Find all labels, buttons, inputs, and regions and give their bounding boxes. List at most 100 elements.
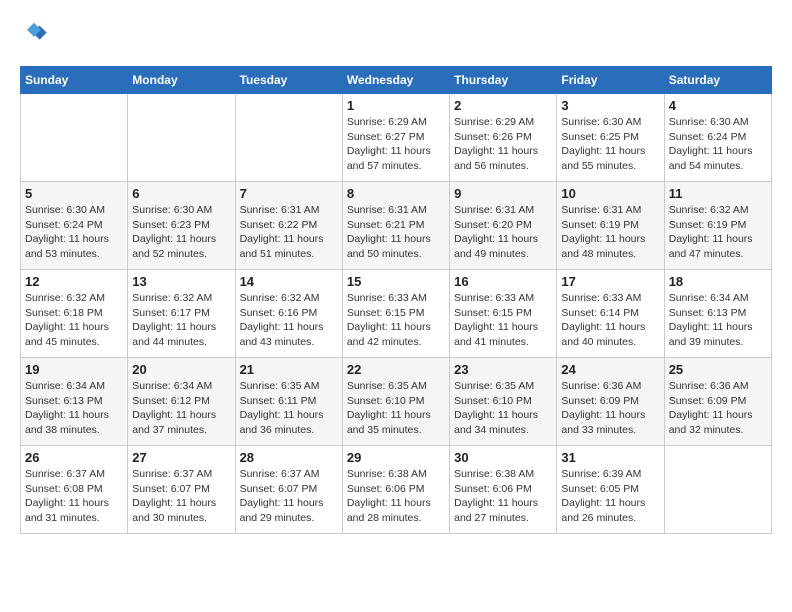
- day-number: 3: [561, 98, 659, 113]
- day-info: Sunrise: 6:34 AM Sunset: 6:13 PM Dayligh…: [25, 379, 123, 438]
- logo: [20, 20, 52, 48]
- calendar-cell: 4 Sunrise: 6:30 AM Sunset: 6:24 PM Daylig…: [664, 94, 771, 182]
- calendar-cell: 2Sunrise: 6:29 AM Sunset: 6:26 PM Daylig…: [450, 94, 557, 182]
- day-number: 10: [561, 186, 659, 201]
- day-info: Sunrise: 6:32 AM Sunset: 6:18 PM Dayligh…: [25, 291, 123, 350]
- day-number: 5: [25, 186, 123, 201]
- day-number: 7: [240, 186, 338, 201]
- calendar-cell: 27 Sunrise: 6:37 AM Sunset: 6:07 PM Dayli…: [128, 446, 235, 534]
- day-number: 30: [454, 450, 552, 465]
- day-number: 21: [240, 362, 338, 377]
- calendar-cell: [21, 94, 128, 182]
- calendar-cell: 20 Sunrise: 6:34 AM Sunset: 6:12 PM Dayli…: [128, 358, 235, 446]
- calendar-cell: 1Sunrise: 6:29 AM Sunset: 6:27 PM Daylig…: [342, 94, 449, 182]
- calendar-cell: 7 Sunrise: 6:31 AM Sunset: 6:22 PM Daylig…: [235, 182, 342, 270]
- calendar-cell: 11Sunrise: 6:32 AM Sunset: 6:19 PM Dayli…: [664, 182, 771, 270]
- weekday-header-saturday: Saturday: [664, 67, 771, 94]
- calendar-cell: 6Sunrise: 6:30 AM Sunset: 6:23 PM Daylig…: [128, 182, 235, 270]
- day-number: 13: [132, 274, 230, 289]
- calendar-cell: 31 Sunrise: 6:39 AM Sunset: 6:05 PM Dayli…: [557, 446, 664, 534]
- day-number: 22: [347, 362, 445, 377]
- day-number: 29: [347, 450, 445, 465]
- day-info: Sunrise: 6:30 AM Sunset: 6:25 PM Dayligh…: [561, 115, 659, 174]
- calendar-cell: 19 Sunrise: 6:34 AM Sunset: 6:13 PM Dayli…: [21, 358, 128, 446]
- day-info: Sunrise: 6:33 AM Sunset: 6:15 PM Dayligh…: [347, 291, 445, 350]
- day-number: 23: [454, 362, 552, 377]
- day-info: Sunrise: 6:32 AM Sunset: 6:17 PM Dayligh…: [132, 291, 230, 350]
- day-info: Sunrise: 6:31 AM Sunset: 6:20 PM Dayligh…: [454, 203, 552, 262]
- calendar-cell: 10 Sunrise: 6:31 AM Sunset: 6:19 PM Dayli…: [557, 182, 664, 270]
- weekday-header-thursday: Thursday: [450, 67, 557, 94]
- day-number: 25: [669, 362, 767, 377]
- calendar-cell: [235, 94, 342, 182]
- calendar-cell: 22 Sunrise: 6:35 AM Sunset: 6:10 PM Dayli…: [342, 358, 449, 446]
- day-number: 20: [132, 362, 230, 377]
- day-info: Sunrise: 6:31 AM Sunset: 6:22 PM Dayligh…: [240, 203, 338, 262]
- calendar-cell: 9 Sunrise: 6:31 AM Sunset: 6:20 PM Daylig…: [450, 182, 557, 270]
- weekday-header-sunday: Sunday: [21, 67, 128, 94]
- general-blue-logo-icon: [20, 20, 48, 48]
- calendar-cell: 3 Sunrise: 6:30 AM Sunset: 6:25 PM Daylig…: [557, 94, 664, 182]
- day-info: Sunrise: 6:35 AM Sunset: 6:11 PM Dayligh…: [240, 379, 338, 438]
- day-info: Sunrise: 6:33 AM Sunset: 6:14 PM Dayligh…: [561, 291, 659, 350]
- day-info: Sunrise: 6:36 AM Sunset: 6:09 PM Dayligh…: [669, 379, 767, 438]
- day-number: 26: [25, 450, 123, 465]
- calendar-cell: 18 Sunrise: 6:34 AM Sunset: 6:13 PM Dayli…: [664, 270, 771, 358]
- calendar-cell: [128, 94, 235, 182]
- day-number: 18: [669, 274, 767, 289]
- calendar-cell: 5 Sunrise: 6:30 AM Sunset: 6:24 PM Daylig…: [21, 182, 128, 270]
- calendar-cell: 24 Sunrise: 6:36 AM Sunset: 6:09 PM Dayli…: [557, 358, 664, 446]
- day-info: Sunrise: 6:37 AM Sunset: 6:07 PM Dayligh…: [240, 467, 338, 526]
- day-number: 11: [669, 186, 767, 201]
- day-number: 24: [561, 362, 659, 377]
- day-info: Sunrise: 6:38 AM Sunset: 6:06 PM Dayligh…: [347, 467, 445, 526]
- calendar-cell: 26 Sunrise: 6:37 AM Sunset: 6:08 PM Dayli…: [21, 446, 128, 534]
- calendar-cell: 8 Sunrise: 6:31 AM Sunset: 6:21 PM Daylig…: [342, 182, 449, 270]
- day-info: Sunrise: 6:36 AM Sunset: 6:09 PM Dayligh…: [561, 379, 659, 438]
- calendar-cell: 23 Sunrise: 6:35 AM Sunset: 6:10 PM Dayli…: [450, 358, 557, 446]
- weekday-header-monday: Monday: [128, 67, 235, 94]
- day-info: Sunrise: 6:33 AM Sunset: 6:15 PM Dayligh…: [454, 291, 552, 350]
- weekday-header-tuesday: Tuesday: [235, 67, 342, 94]
- day-number: 19: [25, 362, 123, 377]
- calendar-cell: 25 Sunrise: 6:36 AM Sunset: 6:09 PM Dayli…: [664, 358, 771, 446]
- calendar-cell: 13 Sunrise: 6:32 AM Sunset: 6:17 PM Dayli…: [128, 270, 235, 358]
- day-info: Sunrise: 6:38 AM Sunset: 6:06 PM Dayligh…: [454, 467, 552, 526]
- day-number: 16: [454, 274, 552, 289]
- day-number: 8: [347, 186, 445, 201]
- day-info: Sunrise: 6:31 AM Sunset: 6:19 PM Dayligh…: [561, 203, 659, 262]
- day-info: Sunrise: 6:30 AM Sunset: 6:24 PM Dayligh…: [25, 203, 123, 262]
- day-info: Sunrise: 6:37 AM Sunset: 6:08 PM Dayligh…: [25, 467, 123, 526]
- day-info: Sunrise: 6:32 AM Sunset: 6:16 PM Dayligh…: [240, 291, 338, 350]
- day-info: Sunrise: 6:30 AM Sunset: 6:24 PM Dayligh…: [669, 115, 767, 174]
- calendar-cell: [664, 446, 771, 534]
- calendar-cell: 17Sunrise: 6:33 AM Sunset: 6:14 PM Dayli…: [557, 270, 664, 358]
- day-info: Sunrise: 6:39 AM Sunset: 6:05 PM Dayligh…: [561, 467, 659, 526]
- day-info: Sunrise: 6:31 AM Sunset: 6:21 PM Dayligh…: [347, 203, 445, 262]
- calendar-cell: 16 Sunrise: 6:33 AM Sunset: 6:15 PM Dayli…: [450, 270, 557, 358]
- day-info: Sunrise: 6:37 AM Sunset: 6:07 PM Dayligh…: [132, 467, 230, 526]
- calendar-cell: 21 Sunrise: 6:35 AM Sunset: 6:11 PM Dayli…: [235, 358, 342, 446]
- day-info: Sunrise: 6:29 AM Sunset: 6:26 PM Dayligh…: [454, 115, 552, 174]
- day-info: Sunrise: 6:34 AM Sunset: 6:12 PM Dayligh…: [132, 379, 230, 438]
- calendar-cell: 14 Sunrise: 6:32 AM Sunset: 6:16 PM Dayli…: [235, 270, 342, 358]
- day-number: 4: [669, 98, 767, 113]
- day-info: Sunrise: 6:35 AM Sunset: 6:10 PM Dayligh…: [454, 379, 552, 438]
- day-info: Sunrise: 6:34 AM Sunset: 6:13 PM Dayligh…: [669, 291, 767, 350]
- day-number: 12: [25, 274, 123, 289]
- weekday-header-wednesday: Wednesday: [342, 67, 449, 94]
- day-number: 9: [454, 186, 552, 201]
- calendar-cell: 29 Sunrise: 6:38 AM Sunset: 6:06 PM Dayli…: [342, 446, 449, 534]
- day-number: 31: [561, 450, 659, 465]
- calendar-table: SundayMondayTuesdayWednesdayThursdayFrid…: [20, 66, 772, 534]
- day-number: 27: [132, 450, 230, 465]
- day-info: Sunrise: 6:35 AM Sunset: 6:10 PM Dayligh…: [347, 379, 445, 438]
- weekday-header-friday: Friday: [557, 67, 664, 94]
- day-number: 14: [240, 274, 338, 289]
- day-number: 15: [347, 274, 445, 289]
- day-number: 1: [347, 98, 445, 113]
- calendar-cell: 30 Sunrise: 6:38 AM Sunset: 6:06 PM Dayli…: [450, 446, 557, 534]
- day-number: 6: [132, 186, 230, 201]
- calendar-cell: 12 Sunrise: 6:32 AM Sunset: 6:18 PM Dayli…: [21, 270, 128, 358]
- calendar-cell: 15 Sunrise: 6:33 AM Sunset: 6:15 PM Dayli…: [342, 270, 449, 358]
